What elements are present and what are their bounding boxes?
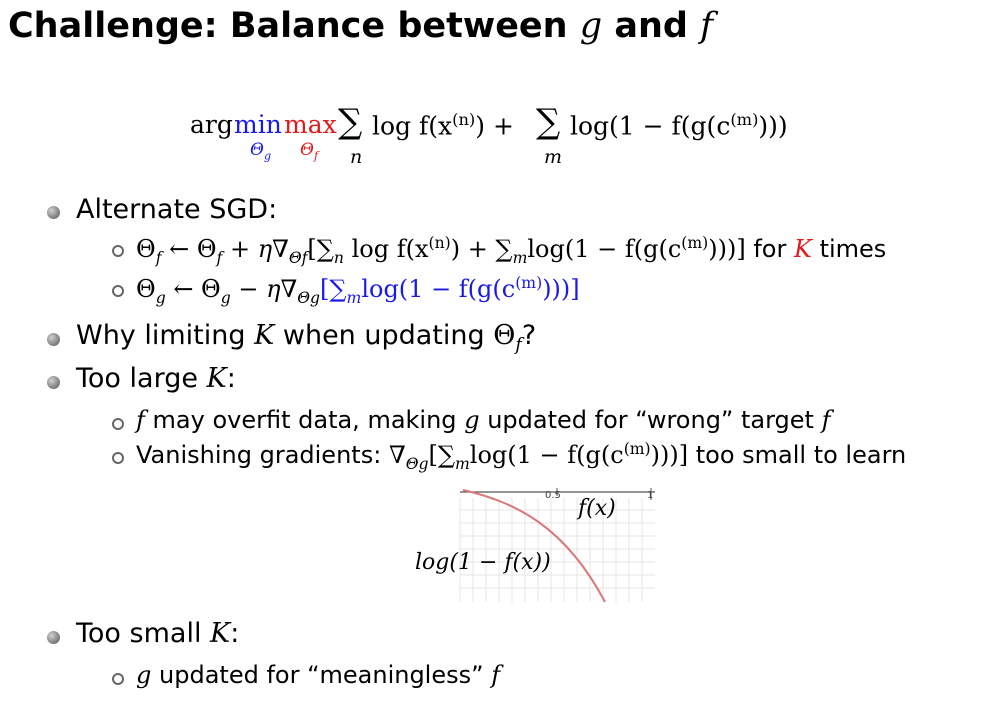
bullet-too-large: Too large K:: [76, 363, 236, 394]
sub-bullet-meaningless: g updated for “meaningless” f: [136, 661, 501, 689]
sub-bullet-dot: [112, 285, 124, 297]
bullet-dot: [47, 333, 60, 346]
plot-label-f: f(x): [578, 496, 616, 521]
bullet-dot: [47, 206, 60, 219]
sum-symbol-1: ∑: [338, 102, 363, 142]
sub-bullet-overfit: f may overfit data, making g updated for…: [136, 406, 831, 434]
max-subscript: Θf: [300, 140, 319, 163]
max: max: [284, 110, 337, 139]
min: min: [234, 110, 282, 139]
sgd-update-f: Θf ← Θf + η∇Θf[∑n log f(x(n)) + ∑mlog(1 …: [136, 234, 887, 267]
sgd-update-g: Θg ← Θg − η∇Θg[∑mlog(1 − f(g(c(m))))]: [136, 274, 580, 307]
sub-bullet-dot: [112, 452, 124, 464]
tick-label-1: 1: [647, 490, 654, 501]
title-var-f: f: [700, 6, 714, 46]
bullet-too-small: Too small K:: [76, 618, 240, 649]
slide-title: Challenge: Balance between g and f: [8, 6, 713, 46]
bullet-alt-sgd: Alternate SGD:: [76, 194, 278, 225]
sum2-index: m: [544, 146, 563, 168]
sub-bullet-vanishing: Vanishing gradients: ∇Θg[∑mlog(1 − f(g(c…: [136, 440, 907, 473]
title-and: and: [614, 6, 688, 46]
term1: log f(x(n)) +: [372, 110, 514, 141]
bullet-dot: [47, 631, 60, 644]
tick-label-05: 0.5: [545, 490, 561, 501]
sub-bullet-dot: [112, 673, 124, 685]
term2: log(1 − f(g(c(m)))): [570, 110, 788, 141]
sub-bullet-dot: [112, 418, 124, 430]
sub-bullet-dot: [112, 245, 124, 257]
sum-symbol-2: ∑: [536, 102, 561, 142]
bullet-dot: [47, 376, 60, 389]
sum1-index: n: [350, 146, 363, 168]
plot-svg: [459, 488, 655, 603]
plot-figure: 0.5 1 f(x) log(1 − f(x)): [415, 486, 660, 604]
title-text: Challenge: Balance between: [8, 6, 568, 46]
min-subscript: Θg: [250, 140, 272, 163]
arg: arg: [190, 110, 233, 139]
bullet-why-limiting: Why limiting K when updating Θf?: [76, 320, 537, 356]
title-var-g: g: [579, 6, 603, 46]
plot-label-log: log(1 − f(x)): [415, 550, 551, 575]
